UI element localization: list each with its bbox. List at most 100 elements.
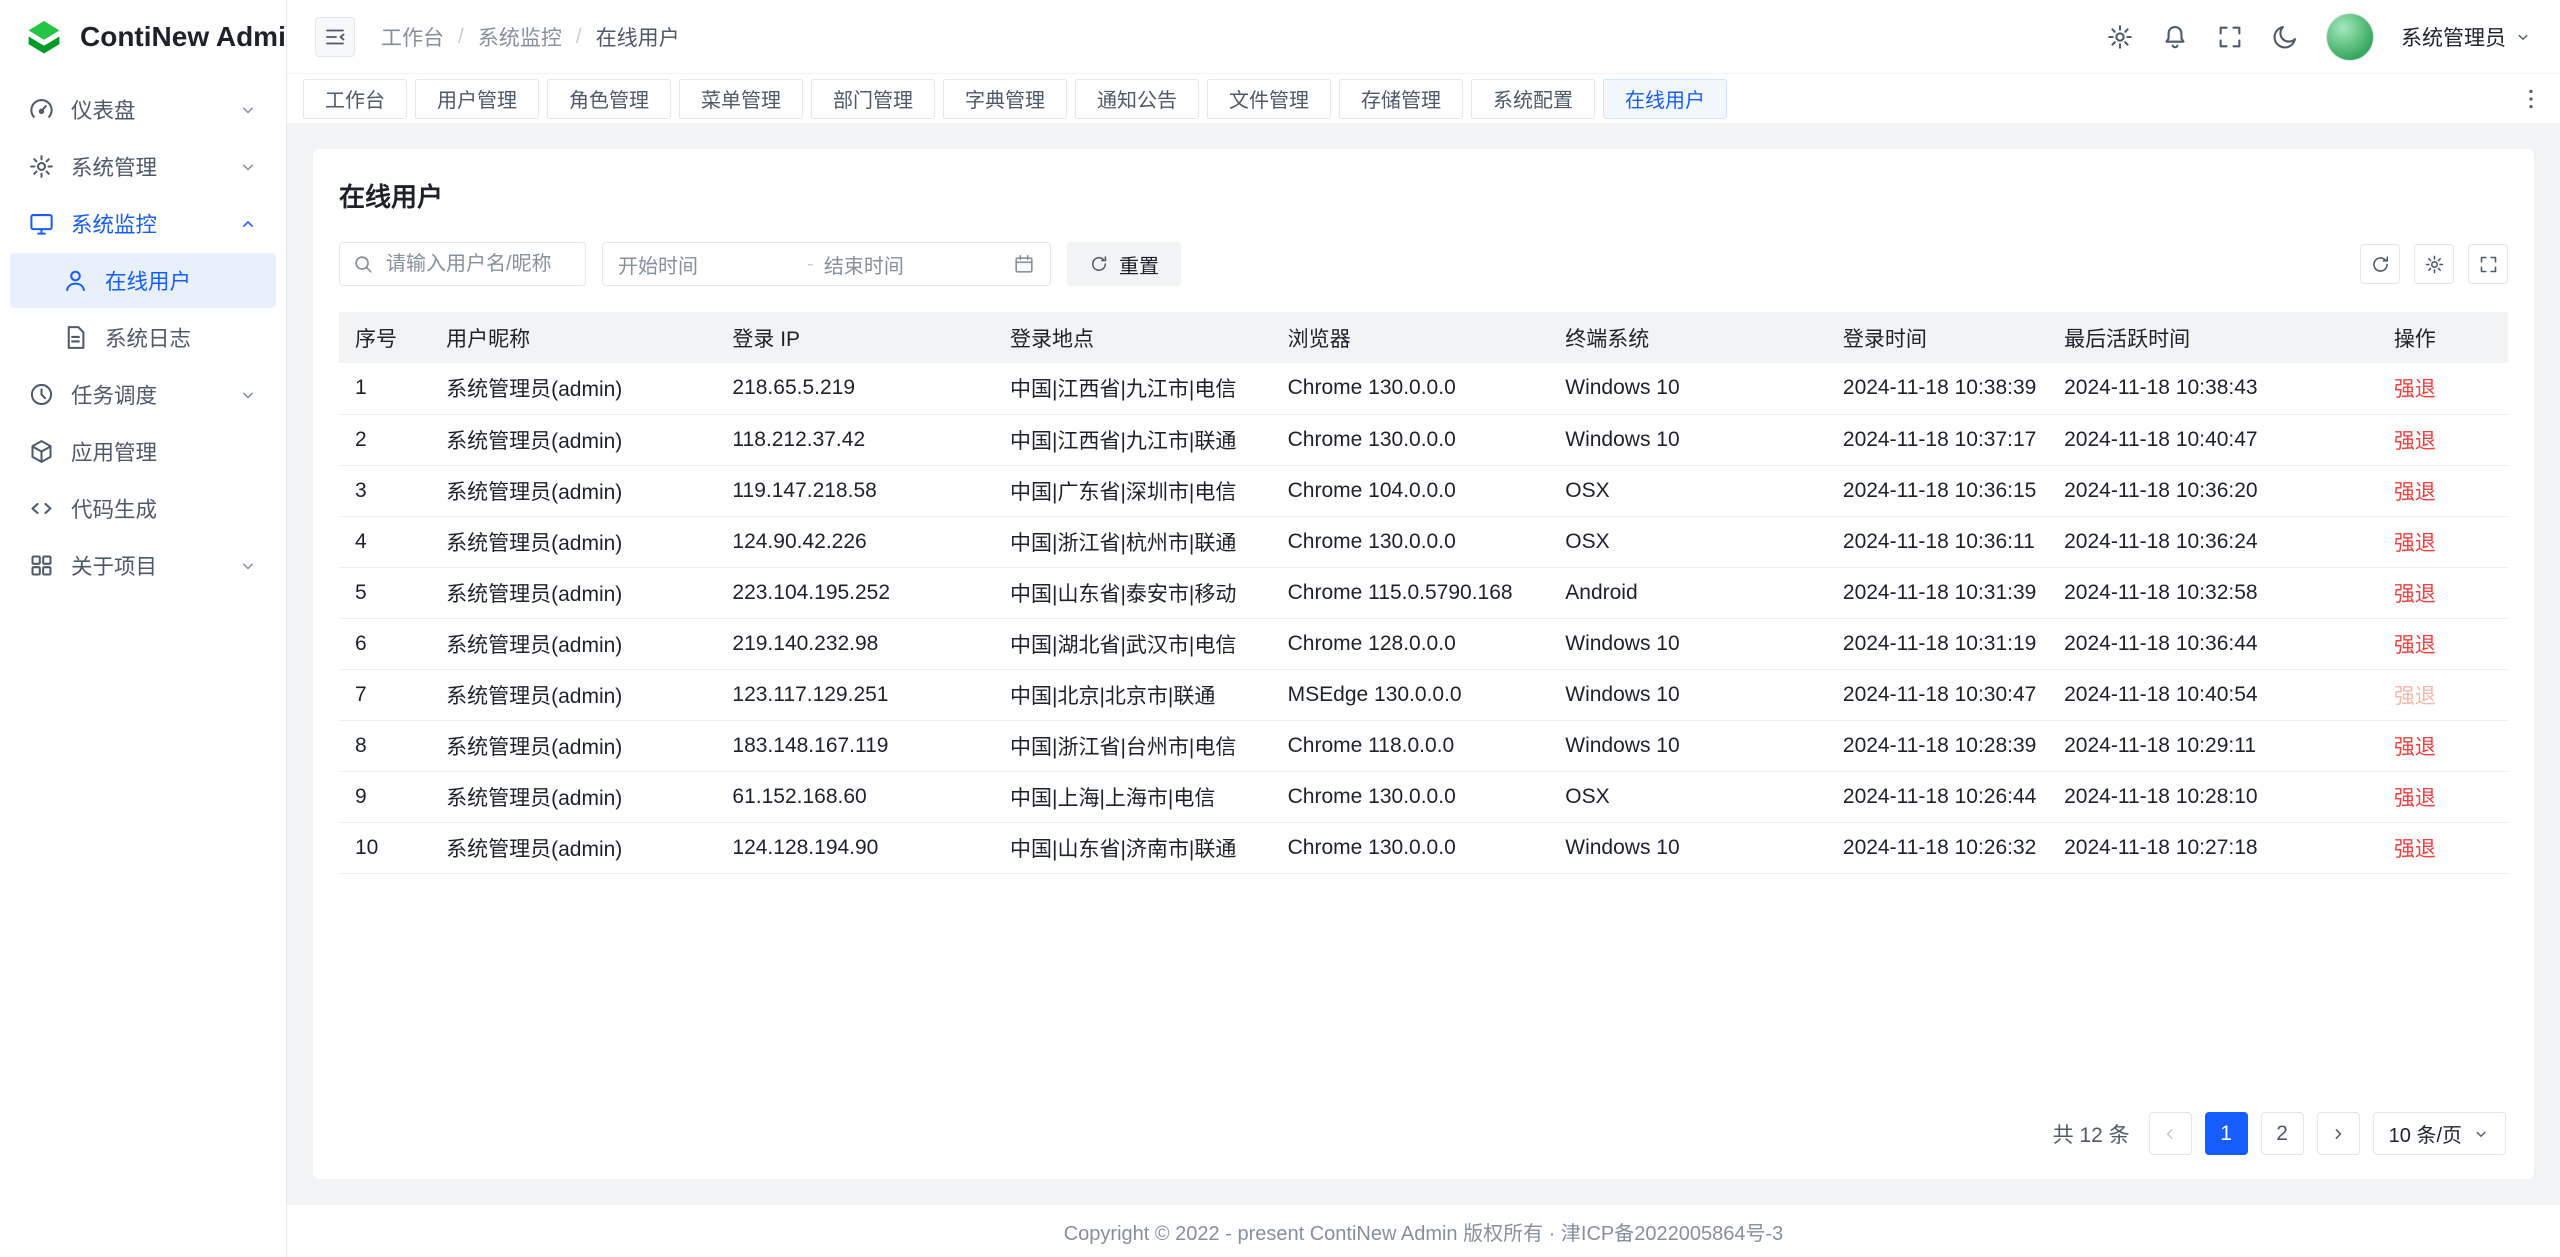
sidebar-item-app-management[interactable]: 应用管理 [10,424,276,479]
tab-menu-management[interactable]: 菜单管理 [679,79,803,119]
force-logout-link[interactable]: 强退 [2394,481,2436,504]
cell-nickname: 系统管理员(admin) [430,465,716,516]
brand-name: ContiNew Admin [80,21,303,53]
table-fullscreen-button[interactable] [2468,244,2508,284]
sidebar-item-system-log[interactable]: 系统日志 [10,310,276,365]
date-range-picker[interactable]: 开始时间 - 结束时间 [602,242,1051,286]
sidebar-collapse-button[interactable] [315,17,355,57]
tab-dept-management[interactable]: 部门管理 [811,79,935,119]
brand: ContiNew Admin [0,0,286,74]
dashboard-icon [28,96,55,123]
cell-last-active: 2024-11-18 10:32:58 [2048,567,2378,618]
refresh-button[interactable] [2360,244,2400,284]
cell-ip: 118.212.37.42 [716,414,994,465]
user-icon [62,267,89,294]
cell-action: 强退 [2378,516,2508,567]
sidebar-item-label: 系统监控 [71,208,157,239]
cell-nickname: 系统管理员(admin) [430,720,716,771]
sidebar-item-label: 关于项目 [71,550,157,581]
tab-user-management[interactable]: 用户管理 [415,79,539,119]
table-row: 9系统管理员(admin)61.152.168.60中国|上海|上海市|电信Ch… [339,771,2508,822]
next-page-button[interactable] [2317,1112,2360,1155]
tab-label: 存储管理 [1361,84,1441,113]
cell-ip: 223.104.195.252 [716,567,994,618]
page-size-select[interactable]: 10 条/页 [2373,1112,2506,1155]
tab-workbench[interactable]: 工作台 [303,79,407,119]
user-name: 系统管理员 [2401,22,2506,52]
main-column: 工作台 / 系统监控 / 在线用户 系统管理员 工作台用户管理角色管理菜单管理部… [287,0,2560,1257]
cell-no: 9 [339,771,430,822]
sidebar-item-system-monitor[interactable]: 系统监控 [10,196,276,251]
force-logout-link[interactable]: 强退 [2394,634,2436,657]
cell-login-time: 2024-11-18 10:37:17 [1827,414,2048,465]
tab-role-management[interactable]: 角色管理 [547,79,671,119]
tabs-more-button[interactable] [2518,86,2544,112]
sidebar-item-label: 仪表盘 [71,94,136,125]
cell-login-time: 2024-11-18 10:31:19 [1827,618,2048,669]
settings-button[interactable] [2106,23,2134,51]
tab-dict-management[interactable]: 字典管理 [943,79,1067,119]
force-logout-link[interactable]: 强退 [2394,736,2436,759]
cell-no: 8 [339,720,430,771]
force-logout-link[interactable]: 强退 [2394,430,2436,453]
dark-mode-button[interactable] [2271,23,2299,51]
sidebar-item-online-user[interactable]: 在线用户 [10,253,276,308]
table-row: 6系统管理员(admin)219.140.232.98中国|湖北省|武汉市|电信… [339,618,2508,669]
tab-online-user[interactable]: 在线用户 [1603,79,1727,119]
cell-location: 中国|上海|上海市|电信 [994,771,1272,822]
cell-browser: Chrome 130.0.0.0 [1272,822,1550,873]
search-input[interactable] [339,242,586,286]
breadcrumb: 工作台 / 系统监控 / 在线用户 [381,22,680,52]
cell-action: 强退 [2378,822,2508,873]
force-logout-link[interactable]: 强退 [2394,787,2436,810]
tab-label: 通知公告 [1097,84,1177,113]
tab-system-config[interactable]: 系统配置 [1471,79,1595,119]
reset-button[interactable]: 重置 [1067,242,1181,286]
pagination: 共 12 条 12 10 条/页 [339,1094,2508,1161]
sidebar-item-code-generation[interactable]: 代码生成 [10,481,276,536]
copyright-text: Copyright © 2022 - present ContiNew Admi… [1064,1217,1784,1246]
sidebar-item-label: 应用管理 [71,436,157,467]
force-logout-link[interactable]: 强退 [2394,532,2436,555]
table-row: 2系统管理员(admin)118.212.37.42中国|江西省|九江市|联通C… [339,414,2508,465]
sidebar-item-system-management[interactable]: 系统管理 [10,139,276,194]
force-logout-link[interactable]: 强退 [2394,838,2436,861]
prev-page-button[interactable] [2149,1112,2192,1155]
breadcrumb-item-system-monitor[interactable]: 系统监控 [478,22,562,52]
fullscreen-button[interactable] [2216,23,2244,51]
chevron-down-icon [238,100,258,120]
menu-fold-icon [323,25,347,49]
fullscreen-icon [2216,23,2244,51]
column-settings-button[interactable] [2414,244,2454,284]
notifications-button[interactable] [2161,23,2189,51]
cell-nickname: 系统管理员(admin) [430,618,716,669]
avatar[interactable] [2326,13,2374,61]
cell-last-active: 2024-11-18 10:40:47 [2048,414,2378,465]
cell-no: 10 [339,822,430,873]
cell-login-time: 2024-11-18 10:30:47 [1827,669,2048,720]
user-menu[interactable]: 系统管理员 [2401,22,2532,52]
page-button-1[interactable]: 1 [2205,1112,2248,1155]
force-logout-link[interactable]: 强退 [2394,378,2436,401]
cell-action: 强退 [2378,618,2508,669]
cell-location: 中国|山东省|济南市|联通 [994,822,1272,873]
sidebar-item-about-project[interactable]: 关于项目 [10,538,276,593]
tab-label: 工作台 [325,84,385,113]
sidebar-item-task-schedule[interactable]: 任务调度 [10,367,276,422]
cell-browser: Chrome 130.0.0.0 [1272,771,1550,822]
cell-no: 3 [339,465,430,516]
force-logout-link[interactable]: 强退 [2394,583,2436,606]
sidebar-item-dashboard[interactable]: 仪表盘 [10,82,276,137]
breadcrumb-item-workbench[interactable]: 工作台 [381,22,444,52]
chevron-up-icon [238,214,258,234]
cell-ip: 124.128.194.90 [716,822,994,873]
page-button-2[interactable]: 2 [2261,1112,2304,1155]
tab-file-management[interactable]: 文件管理 [1207,79,1331,119]
force-logout-link[interactable]: 强退 [2394,685,2436,708]
gear-icon [28,153,55,180]
tab-notice[interactable]: 通知公告 [1075,79,1199,119]
column-header: 登录 IP [716,312,994,363]
cell-no: 7 [339,669,430,720]
search-icon [352,253,374,275]
tab-storage-management[interactable]: 存储管理 [1339,79,1463,119]
